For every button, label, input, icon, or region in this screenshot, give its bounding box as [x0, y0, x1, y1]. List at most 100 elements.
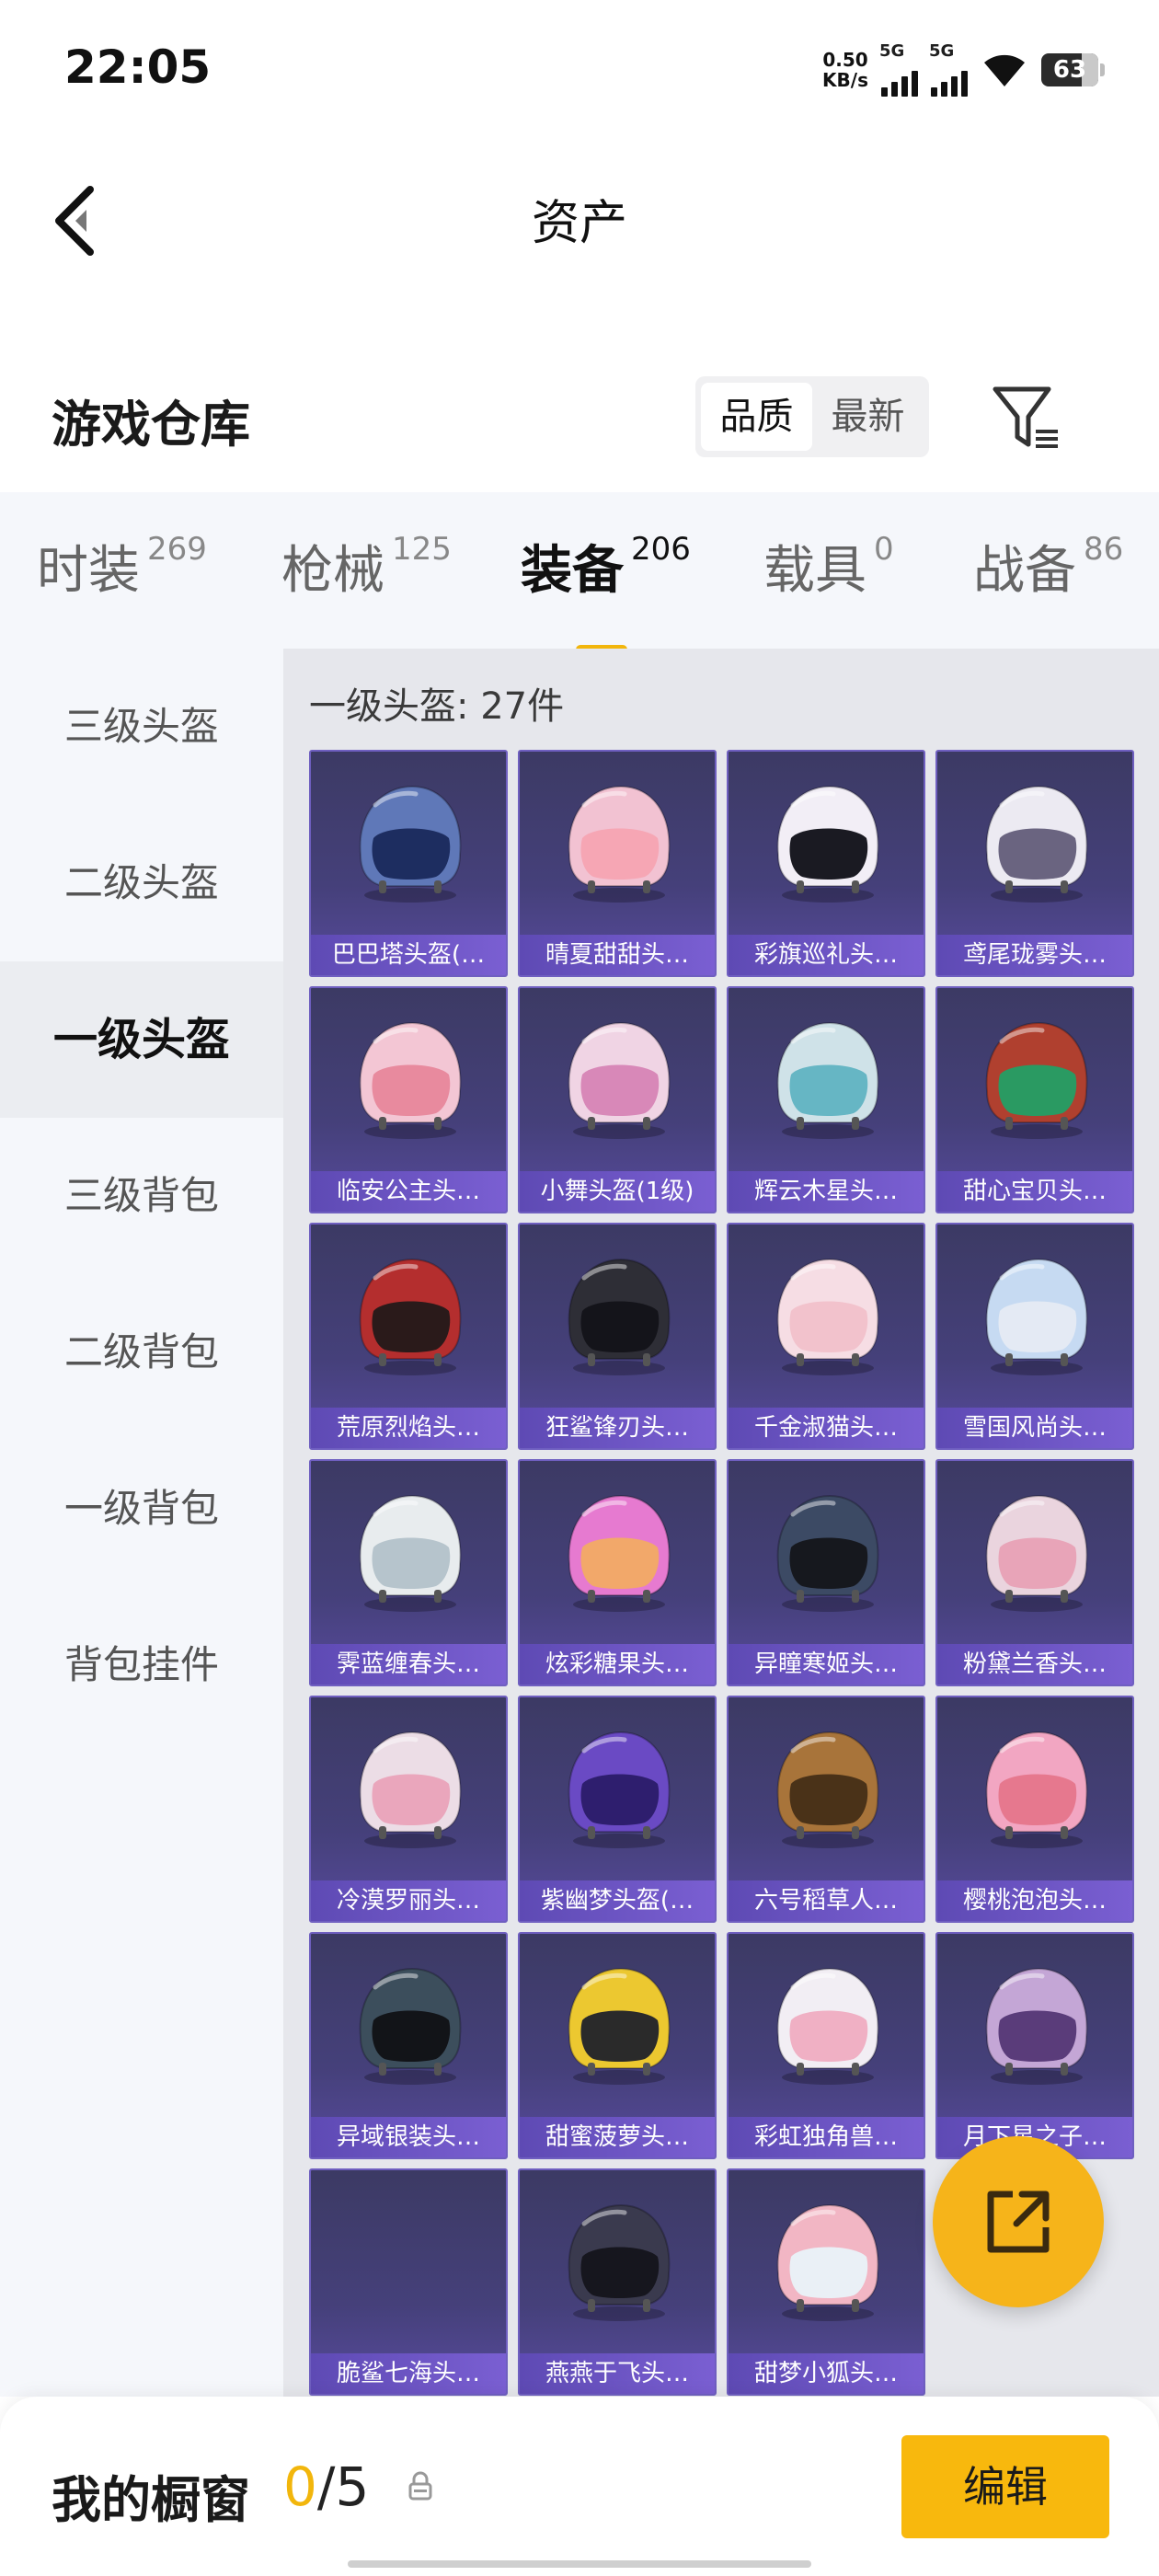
- item-label: 临安公主头…: [311, 1171, 506, 1212]
- subcategory-item[interactable]: 二级背包: [0, 1274, 283, 1431]
- item-card[interactable]: 炫彩糖果头…: [518, 1459, 717, 1686]
- item-label: 甜梦小狐头…: [729, 2353, 924, 2394]
- subcategory-item[interactable]: 一级背包: [0, 1431, 283, 1587]
- item-card[interactable]: 鸢尾珑雾头…: [935, 750, 1134, 977]
- helmet-icon: [359, 785, 462, 903]
- item-card[interactable]: 辉云木星头…: [727, 986, 925, 1213]
- sort-newest-button[interactable]: 最新: [812, 383, 924, 451]
- item-card[interactable]: 异域银装头…: [309, 1932, 508, 2159]
- page-title: 资产: [531, 196, 627, 251]
- item-label: 冷漠罗丽头…: [311, 1880, 506, 1921]
- item-card[interactable]: 冷漠罗丽头…: [309, 1696, 508, 1923]
- network-speed: 0.50 KB/s: [822, 50, 868, 90]
- battery-level: 63: [1052, 56, 1087, 84]
- item-label: 异域银装头…: [311, 2117, 506, 2157]
- item-card[interactable]: 狂鲨锋刃头…: [518, 1223, 717, 1450]
- item-card[interactable]: 巴巴塔头盔(…: [309, 750, 508, 977]
- filter-icon[interactable]: [988, 380, 1065, 457]
- sort-quality-button[interactable]: 品质: [701, 383, 812, 451]
- tab-count: 269: [147, 531, 207, 568]
- item-card[interactable]: 小舞头盔(1级): [518, 986, 717, 1213]
- item-label: 六号稻草人…: [729, 1880, 924, 1921]
- item-card[interactable]: 彩虹独角兽…: [727, 1932, 925, 2159]
- item-card[interactable]: 紫幽梦头盔(…: [518, 1696, 717, 1923]
- item-card[interactable]: 霁蓝缠春头…: [309, 1459, 508, 1686]
- network-speed-unit: KB/s: [822, 69, 868, 91]
- tab-vehicles[interactable]: 载具 0: [763, 529, 894, 604]
- helmet-icon: [776, 785, 879, 903]
- item-card[interactable]: 雪国风尚头…: [935, 1223, 1134, 1450]
- item-card[interactable]: 异瞳寒姬头…: [727, 1459, 925, 1686]
- tab-equipment[interactable]: 装备 206: [521, 529, 691, 654]
- item-card[interactable]: 临安公主头…: [309, 986, 508, 1213]
- helmet-icon: [568, 2203, 671, 2321]
- tab-count: 0: [874, 531, 894, 568]
- tab-label: 装备: [521, 541, 624, 601]
- item-card[interactable]: 甜蜜菠萝头…: [518, 1932, 717, 2159]
- item-label: 异瞳寒姬头…: [729, 1644, 924, 1685]
- edit-button[interactable]: 编辑: [901, 2435, 1109, 2538]
- item-label: 霁蓝缠春头…: [311, 1644, 506, 1685]
- tab-count: 86: [1084, 531, 1124, 568]
- item-card[interactable]: 六号稻草人…: [727, 1696, 925, 1923]
- helmet-icon: [568, 1731, 671, 1848]
- tab-count: 125: [392, 531, 452, 568]
- helmet-icon: [568, 785, 671, 903]
- item-card[interactable]: 甜梦小狐头…: [727, 2168, 925, 2396]
- signal-icon: 5G: [879, 41, 918, 97]
- helmet-icon: [985, 1021, 1088, 1139]
- helmet-icon: [568, 1967, 671, 2085]
- item-label: 千金淑猫头…: [729, 1408, 924, 1448]
- item-card[interactable]: 燕燕于飞头…: [518, 2168, 717, 2396]
- helmet-icon: [359, 1731, 462, 1848]
- subcategory-item[interactable]: 三级背包: [0, 1118, 283, 1274]
- item-label: 雪国风尚头…: [937, 1408, 1132, 1448]
- tab-fashion[interactable]: 时装 269: [37, 529, 207, 604]
- helmet-icon: [985, 1731, 1088, 1848]
- showcase-count: 0/5: [283, 2455, 369, 2518]
- item-label: 彩旗巡礼头…: [729, 935, 924, 975]
- showcase-count-current: 0: [283, 2455, 317, 2518]
- item-card[interactable]: 粉黛兰香头…: [935, 1459, 1134, 1686]
- item-card[interactable]: 脆鲨七海头…: [309, 2168, 508, 2396]
- item-card[interactable]: 甜心宝贝头…: [935, 986, 1134, 1213]
- tab-guns[interactable]: 枪械 125: [281, 529, 452, 604]
- tab-label: 时装: [37, 541, 140, 601]
- subcategory-item[interactable]: 二级头盔: [0, 805, 283, 961]
- share-button[interactable]: [933, 2136, 1104, 2307]
- helmet-icon: [776, 2203, 879, 2321]
- status-bar: 22:05 0.50 KB/s 5G 5G 63: [0, 0, 1159, 138]
- helmet-icon: [568, 1021, 671, 1139]
- item-card[interactable]: 彩旗巡礼头…: [727, 750, 925, 977]
- item-label: 彩虹独角兽…: [729, 2117, 924, 2157]
- helmet-icon: [359, 1967, 462, 2085]
- item-label: 甜心宝贝头…: [937, 1171, 1132, 1212]
- tab-label: 载具: [763, 541, 866, 601]
- tab-count: 206: [631, 531, 691, 568]
- item-card[interactable]: 千金淑猫头…: [727, 1223, 925, 1450]
- subcategory-item-selected[interactable]: 一级头盔: [0, 961, 283, 1118]
- helmet-icon: [359, 1258, 462, 1375]
- item-label: 脆鲨七海头…: [311, 2353, 506, 2394]
- item-card[interactable]: 樱桃泡泡头…: [935, 1696, 1134, 1923]
- item-label: 甜蜜菠萝头…: [520, 2117, 715, 2157]
- item-label: 巴巴塔头盔(…: [311, 935, 506, 975]
- warehouse-title: 游戏仓库: [52, 396, 250, 454]
- sort-toggle: 品质 最新: [695, 376, 929, 457]
- status-time: 22:05: [64, 40, 212, 94]
- category-tabs: 时装 269 枪械 125 装备 206 载具 0 战备 86: [0, 492, 1159, 654]
- subcategory-item[interactable]: 三级头盔: [0, 649, 283, 805]
- helmet-icon: [776, 1258, 879, 1375]
- item-card[interactable]: 晴夏甜甜头…: [518, 750, 717, 977]
- item-card[interactable]: 月下星之子…: [935, 1932, 1134, 2159]
- item-grid-panel: 一级头盔: 27件 巴巴塔头盔(… 晴夏甜甜头… 彩旗巡礼头… 鸢尾珑雾头… 临安公主头…: [283, 649, 1159, 2397]
- item-label: 樱桃泡泡头…: [937, 1880, 1132, 1921]
- subcategory-item[interactable]: 背包挂件: [0, 1587, 283, 1743]
- share-icon: [987, 2191, 1050, 2253]
- tab-combat-gear[interactable]: 战备 86: [973, 529, 1123, 604]
- sim1-label: 5G: [879, 41, 905, 61]
- item-label: 粉黛兰香头…: [937, 1644, 1132, 1685]
- item-card[interactable]: 荒原烈焰头…: [309, 1223, 508, 1450]
- bottom-bar: 我的橱窗 0/5 编辑: [0, 2397, 1159, 2576]
- home-indicator: [348, 2560, 811, 2568]
